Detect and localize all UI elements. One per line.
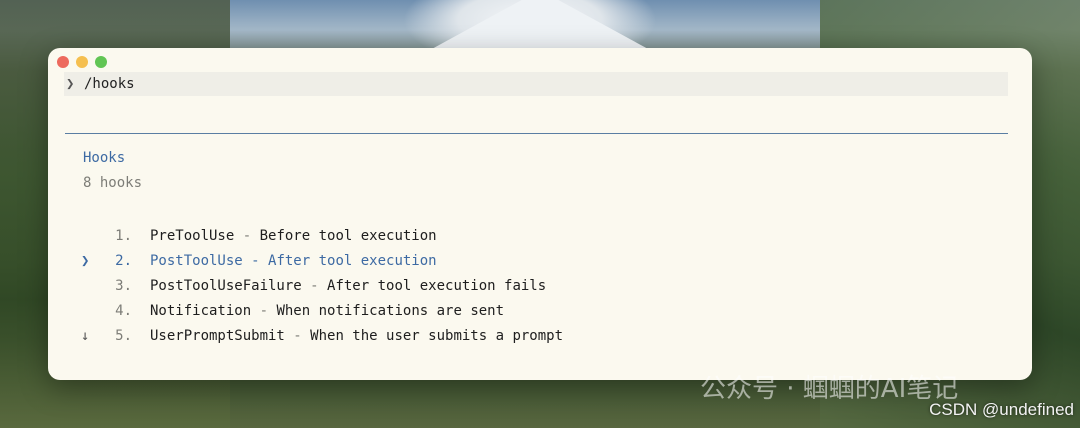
hook-name: PostToolUse [150, 253, 243, 270]
hook-description: When the user submits a prompt [310, 327, 564, 344]
hook-separator: - [234, 228, 260, 245]
hook-number: 2. [115, 253, 132, 270]
command-input-line[interactable]: ❯ /hooks [64, 72, 1008, 96]
hook-item-userpromptsubmit[interactable]: ↓ 5. UserPromptSubmit - When the user su… [81, 323, 563, 348]
csdn-watermark: CSDN @undefined [929, 400, 1074, 419]
hook-number: 3. [115, 277, 132, 294]
wechat-watermark: 公众号 · 蝈蝈的AI笔记 [700, 374, 959, 404]
hook-description: After tool execution [268, 253, 437, 270]
close-window-button[interactable] [57, 56, 69, 68]
panel-title: Hooks [83, 150, 126, 166]
hook-description: When notifications are sent [276, 302, 505, 319]
scroll-down-arrow-icon: ↓ [81, 327, 90, 344]
hook-name: Notification [150, 302, 252, 319]
hook-item-posttooluse[interactable]: ❯ 2. PostToolUse - After tool execution [81, 249, 563, 274]
prompt-chevron-icon: ❯ [66, 76, 75, 92]
panel-divider [65, 133, 1008, 134]
hook-separator: - [284, 327, 311, 344]
maximize-window-button[interactable] [95, 56, 107, 68]
window-controls [57, 56, 107, 68]
hooks-count: 8 hooks [83, 175, 143, 191]
hook-item-pretooluse[interactable]: 1. PreToolUse - Before tool execution [81, 224, 563, 249]
hook-name: UserPromptSubmit [150, 327, 285, 344]
hook-description: After tool execution fails [327, 277, 547, 294]
hook-separator: - [242, 253, 269, 270]
hook-number: 1. [115, 228, 132, 245]
selection-chevron-icon: ❯ [81, 253, 90, 270]
hook-item-notification[interactable]: 4. Notification - When notifications are… [81, 298, 563, 323]
hook-item-posttoolusefailure[interactable]: 3. PostToolUseFailure - After tool execu… [81, 274, 563, 299]
terminal-window: ❯ /hooks Hooks 8 hooks 1. PreToolUse - B… [48, 48, 1032, 380]
hook-separator: - [301, 277, 328, 294]
hook-name: PostToolUseFailure [150, 277, 302, 294]
hooks-list: 1. PreToolUse - Before tool execution ❯ … [81, 224, 563, 348]
hook-number: 5. [115, 327, 132, 344]
hook-number: 4. [115, 302, 132, 319]
minimize-window-button[interactable] [76, 56, 88, 68]
background-snow-peak [430, 0, 650, 50]
hook-description: Before tool execution [259, 228, 437, 245]
hook-name: PreToolUse [150, 228, 235, 245]
command-text: /hooks [84, 76, 135, 92]
hook-separator: - [251, 302, 277, 319]
